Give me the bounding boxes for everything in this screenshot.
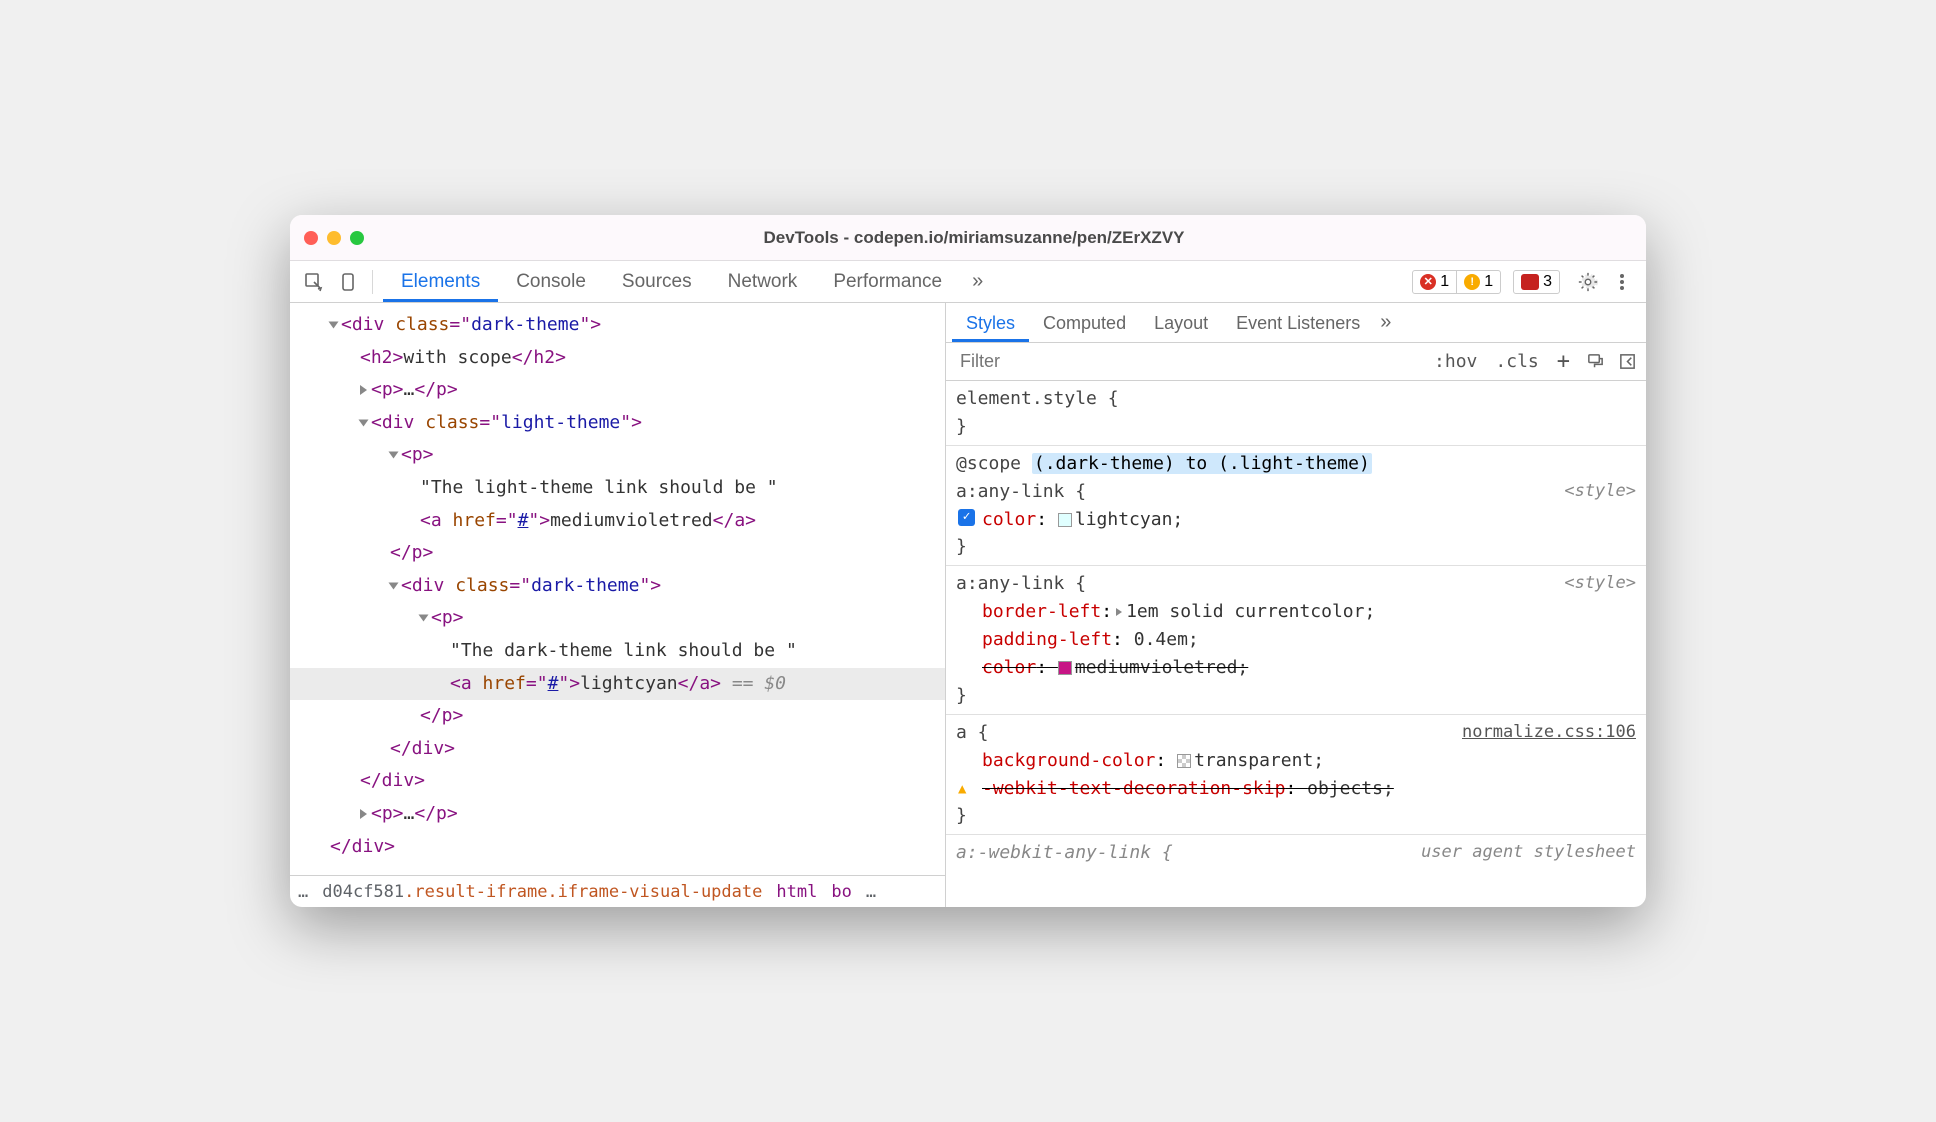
subtab-styles[interactable]: Styles — [952, 304, 1029, 342]
source-link: user agent stylesheet — [1421, 839, 1636, 865]
window-title: DevTools - codepen.io/miriamsuzanne/pen/… — [364, 228, 1584, 248]
styles-list[interactable]: element.style { } @scope (.dark-theme) t… — [946, 381, 1646, 907]
source-link[interactable]: <style> — [1564, 478, 1636, 504]
toggle-icon[interactable] — [419, 615, 429, 622]
dom-node[interactable]: </p> — [290, 700, 945, 733]
warning-badge: !1 — [1456, 271, 1500, 293]
dom-node[interactable]: <div class="dark-theme"> — [290, 309, 945, 342]
source-link[interactable]: <style> — [1564, 570, 1636, 596]
more-subtabs-icon[interactable]: » — [1374, 311, 1397, 334]
subtab-layout[interactable]: Layout — [1140, 304, 1222, 341]
subtab-event-listeners[interactable]: Event Listeners — [1222, 304, 1374, 341]
traffic-lights — [304, 231, 364, 245]
dom-node[interactable]: <p>…</p> — [290, 374, 945, 407]
tab-elements[interactable]: Elements — [383, 261, 498, 302]
toggle-icon[interactable] — [329, 322, 339, 329]
subtab-computed[interactable]: Computed — [1029, 304, 1140, 341]
toggle-icon[interactable] — [360, 385, 367, 395]
dom-node[interactable]: </p> — [290, 537, 945, 570]
color-swatch[interactable] — [1177, 754, 1191, 768]
toggle-icon[interactable] — [389, 582, 399, 589]
message-icon — [1521, 274, 1539, 290]
dom-node[interactable]: "The light-theme link should be " — [290, 472, 945, 505]
dom-node[interactable]: <h2>with scope</h2> — [290, 342, 945, 375]
style-rule[interactable]: <style>a:any-link { border-left:1em soli… — [946, 566, 1646, 714]
color-swatch[interactable] — [1058, 513, 1072, 527]
maximize-window[interactable] — [350, 231, 364, 245]
styles-subtabs: Styles Computed Layout Event Listeners » — [946, 303, 1646, 343]
property-checkbox[interactable] — [958, 509, 975, 526]
device-icon[interactable] — [334, 268, 362, 296]
styles-filter-input[interactable] — [954, 347, 1420, 376]
tab-console[interactable]: Console — [498, 261, 604, 302]
cls-button[interactable]: .cls — [1491, 351, 1542, 372]
elements-pane: <div class="dark-theme"><h2>with scope</… — [290, 303, 946, 907]
expand-icon[interactable] — [1116, 608, 1122, 616]
dom-node[interactable]: </div> — [290, 733, 945, 766]
new-rule-button[interactable]: + — [1553, 349, 1574, 374]
tab-sources[interactable]: Sources — [604, 261, 710, 302]
close-window[interactable] — [304, 231, 318, 245]
tab-performance[interactable]: Performance — [815, 261, 960, 302]
kebab-icon[interactable] — [1608, 268, 1636, 296]
issue-badges[interactable]: ✕1 !1 — [1412, 270, 1501, 294]
dom-node[interactable]: <div class="dark-theme"> — [290, 570, 945, 603]
toggle-icon[interactable] — [360, 809, 367, 819]
color-swatch[interactable] — [1058, 661, 1072, 675]
dom-node[interactable]: <a href="#">lightcyan</a> == $0 — [290, 668, 945, 701]
gear-icon[interactable] — [1574, 268, 1602, 296]
more-tabs-icon[interactable]: » — [966, 270, 989, 293]
error-icon: ✕ — [1420, 274, 1436, 290]
error-badge: ✕1 — [1413, 271, 1456, 293]
toggle-icon[interactable] — [359, 419, 369, 426]
dom-node[interactable]: <p> — [290, 439, 945, 472]
inspect-icon[interactable] — [300, 268, 328, 296]
dom-node[interactable]: <p> — [290, 602, 945, 635]
style-rule[interactable]: user agent stylesheeta:-webkit-any-link … — [946, 835, 1646, 871]
toggle-pane-icon[interactable] — [1616, 351, 1638, 373]
styles-filter-bar: :hov .cls + — [946, 343, 1646, 381]
devtools-window: DevTools - codepen.io/miriamsuzanne/pen/… — [290, 215, 1646, 907]
content-area: <div class="dark-theme"><h2>with scope</… — [290, 303, 1646, 907]
styles-pane: Styles Computed Layout Event Listeners »… — [946, 303, 1646, 907]
dom-tree[interactable]: <div class="dark-theme"><h2>with scope</… — [290, 303, 945, 875]
style-rule[interactable]: @scope (.dark-theme) to (.light-theme) <… — [946, 446, 1646, 567]
style-rule[interactable]: normalize.css:106a { background-color: t… — [946, 715, 1646, 836]
source-link[interactable]: normalize.css:106 — [1462, 719, 1636, 745]
main-toolbar: Elements Console Sources Network Perform… — [290, 261, 1646, 303]
tab-network[interactable]: Network — [710, 261, 816, 302]
style-rule[interactable]: element.style { } — [946, 381, 1646, 446]
dom-node[interactable]: <a href="#">mediumvioletred</a> — [290, 505, 945, 538]
dom-node[interactable]: </div> — [290, 831, 945, 864]
titlebar: DevTools - codepen.io/miriamsuzanne/pen/… — [290, 215, 1646, 261]
minimize-window[interactable] — [327, 231, 341, 245]
breadcrumb[interactable]: … d04cf581.result-iframe.iframe-visual-u… — [290, 875, 945, 907]
main-tabs: Elements Console Sources Network Perform… — [383, 261, 960, 302]
dom-node[interactable]: <p>…</p> — [290, 798, 945, 831]
warning-icon: ! — [1464, 274, 1480, 290]
message-badge[interactable]: 3 — [1513, 270, 1560, 294]
hov-button[interactable]: :hov — [1430, 351, 1481, 372]
paint-icon[interactable] — [1584, 351, 1606, 373]
warning-icon: ▲ — [958, 779, 966, 801]
dom-node[interactable]: "The dark-theme link should be " — [290, 635, 945, 668]
toggle-icon[interactable] — [389, 452, 399, 459]
dom-node[interactable]: </div> — [290, 765, 945, 798]
dom-node[interactable]: <div class="light-theme"> — [290, 407, 945, 440]
